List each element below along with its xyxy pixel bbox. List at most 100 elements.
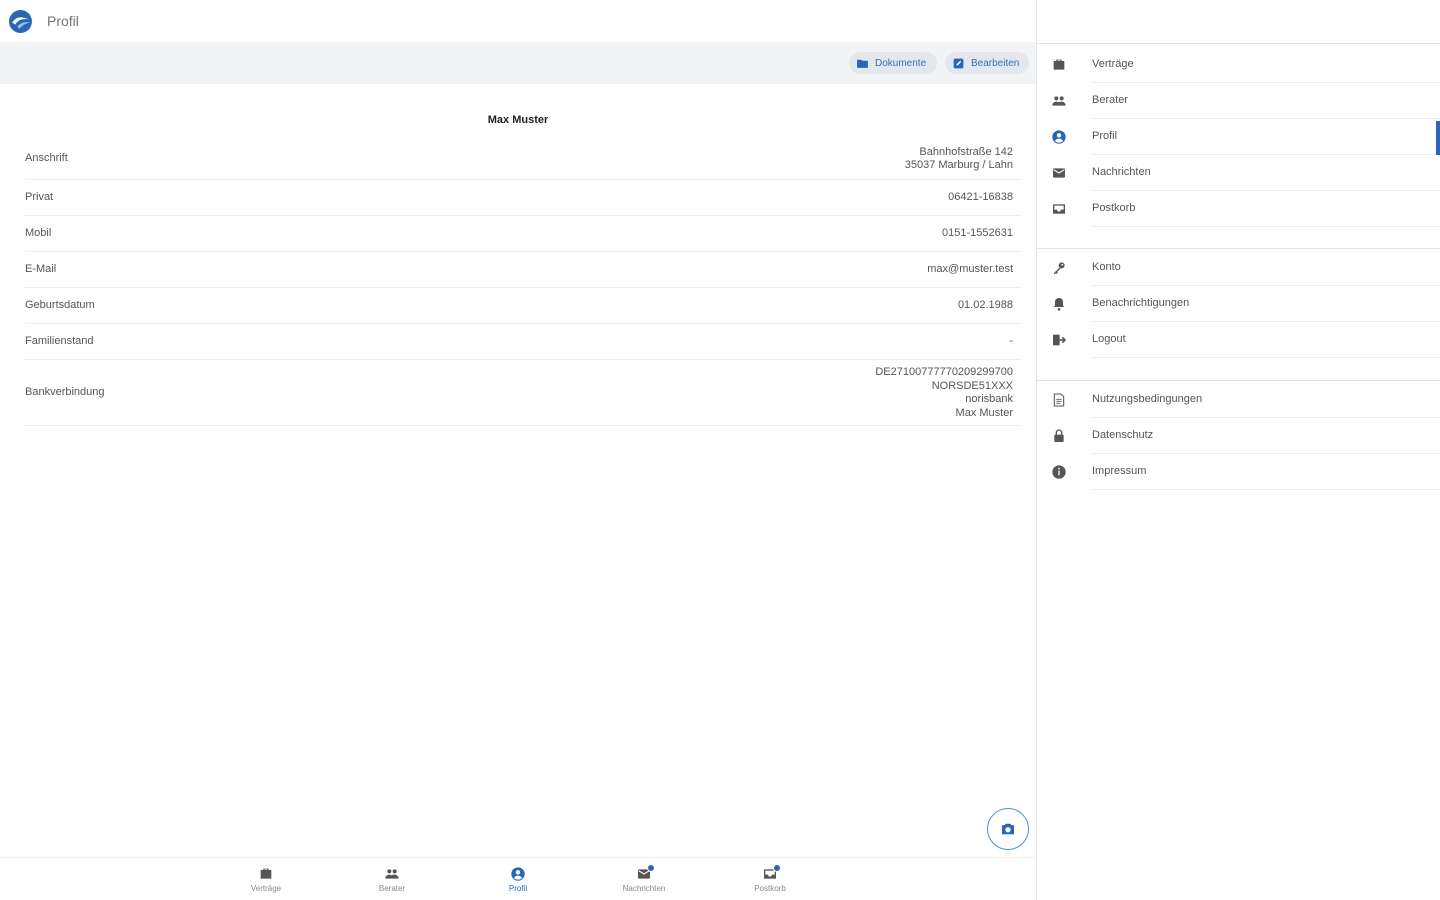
- people-icon: [1052, 96, 1066, 106]
- notification-badge: [773, 864, 781, 872]
- active-indicator: [1436, 121, 1440, 155]
- people-icon: [385, 869, 399, 879]
- info-icon: [1052, 465, 1066, 479]
- documents-button[interactable]: Dokumente: [849, 52, 937, 74]
- bottom-nav-label: Verträge: [250, 884, 282, 893]
- profile-field-label: Bankverbindung: [25, 386, 105, 398]
- profile-field-value-line: NORSDE51XXX: [931, 379, 1013, 392]
- drawer-menu-item[interactable]: Nachrichten: [1037, 155, 1440, 191]
- drawer-menu-label: Verträge: [1092, 58, 1134, 70]
- profile-field-value: 01.02.1988: [958, 299, 1013, 313]
- top-bar: Profil: [0, 0, 1036, 42]
- menu-item-separator: [1092, 489, 1440, 490]
- profile-field-value-line: 06421-16838: [948, 191, 1013, 204]
- drawer-menu-label: Logout: [1092, 333, 1126, 345]
- briefcase-icon: [1053, 59, 1065, 70]
- camera-button[interactable]: [987, 808, 1029, 850]
- briefcase-icon: [260, 868, 272, 879]
- profile-field-label: Privat: [25, 191, 54, 203]
- profile-field-label: Mobil: [25, 227, 52, 239]
- profile-field-row: Familienstand -: [25, 324, 1021, 360]
- profile-field-value-line: 01.02.1988: [957, 299, 1013, 312]
- drawer-menu-label: Konto: [1092, 261, 1121, 273]
- profile-field-value: 06421-16838: [948, 191, 1013, 205]
- drawer-menu-label: Nachrichten: [1092, 166, 1151, 178]
- menu-item-separator: [1092, 357, 1440, 358]
- drawer-menu-label: Nutzungsbedingungen: [1092, 393, 1203, 405]
- drawer-menu-item[interactable]: Konto: [1037, 250, 1440, 286]
- edit-button-label: Bearbeiten: [971, 57, 1020, 69]
- profile-field-row: E-Mail max@muster.test: [25, 252, 1021, 288]
- profile-field-label: Familienstand: [25, 335, 94, 347]
- bottom-nav-item[interactable]: Postkorb: [725, 864, 815, 893]
- profile-field-value: Bahnhofstraße 142 35037 Marburg / Lahn: [905, 146, 1013, 173]
- drawer-header: [1037, 0, 1440, 44]
- drawer-menu-item[interactable]: Logout: [1037, 322, 1440, 358]
- main-pane: Profil Dokumente Bearbeiten Max Muster A…: [0, 0, 1036, 900]
- drawer-menu-item[interactable]: Impressum: [1037, 454, 1440, 490]
- logout-icon: [1053, 334, 1067, 346]
- page-title: Profil: [47, 13, 79, 29]
- action-bar: Dokumente Bearbeiten: [0, 42, 1036, 84]
- profile-field-value-line: Max Muster: [955, 406, 1013, 419]
- drawer-menu-item[interactable]: Postkorb: [1037, 191, 1440, 227]
- drawer-menu-item[interactable]: Nutzungsbedingungen: [1037, 382, 1440, 418]
- drawer-menu-item[interactable]: Datenschutz: [1037, 418, 1440, 454]
- drawer-menu-item[interactable]: Benachrichtigungen: [1037, 286, 1440, 322]
- bottom-navigation: Verträge Berater Profil Nachrichten Postkorb: [0, 857, 1036, 900]
- app-logo-icon[interactable]: [8, 9, 33, 34]
- documents-button-label: Dokumente: [875, 57, 927, 69]
- profile-field-value-line: -: [1009, 335, 1013, 348]
- profile-field-value-line: norisbank: [965, 393, 1013, 405]
- bottom-nav-item[interactable]: Berater: [347, 866, 437, 893]
- bottom-nav-label: Berater: [378, 884, 406, 893]
- notification-badge: [647, 864, 655, 872]
- drawer-menu-item[interactable]: Profil: [1037, 119, 1440, 155]
- lock-icon: [1054, 429, 1064, 442]
- profile-field-row: Anschrift Bahnhofstraße 142 35037 Marburg …: [25, 138, 1021, 180]
- account-circle-icon: [511, 867, 525, 881]
- bottom-nav-label: Postkorb: [754, 884, 786, 893]
- account-circle-icon: [1052, 130, 1066, 144]
- edit-button[interactable]: Bearbeiten: [945, 52, 1029, 74]
- drawer-menu-item[interactable]: Verträge: [1037, 47, 1440, 83]
- drawer-menu-label: Berater: [1092, 94, 1129, 106]
- bottom-nav-item[interactable]: Verträge: [221, 866, 311, 893]
- profile-field-row: Mobil 0151-1552631: [25, 216, 1021, 252]
- camera-icon: [1002, 823, 1014, 835]
- profile-field-value-line: max@muster.test: [927, 263, 1013, 276]
- menu-divider: [1037, 248, 1440, 249]
- profile-field-value: -: [1009, 335, 1013, 349]
- profile-field-value-line: DE27100777770209299700: [875, 366, 1013, 378]
- profile-field-value-line: 0151-1552631: [942, 227, 1013, 240]
- profile-field-value: max@muster.test: [927, 263, 1013, 277]
- side-drawer: Verträge Berater Profil Nachrichten Postkorb…: [1036, 0, 1440, 900]
- profile-field-label: E-Mail: [25, 263, 57, 275]
- profile-field-row: Privat 06421-16838: [25, 180, 1021, 216]
- drawer-menu-label: Impressum: [1092, 465, 1147, 477]
- drawer-menu-label: Datenschutz: [1092, 429, 1154, 441]
- profile-field-value: 0151-1552631: [942, 227, 1013, 241]
- bottom-nav-item[interactable]: Nachrichten: [599, 864, 689, 893]
- drawer-menu-item[interactable]: Berater: [1037, 83, 1440, 119]
- menu-divider: [1037, 380, 1440, 381]
- folder-icon: [857, 59, 868, 68]
- drawer-menu-label: Benachrichtigungen: [1092, 297, 1190, 309]
- bottom-nav-item[interactable]: Profil: [473, 866, 563, 893]
- profile-field-row: Bankverbindung DE27100777770209299700 NORS…: [25, 360, 1021, 426]
- profile-field-value-line: Bahnhofstraße 142: [919, 145, 1013, 158]
- document-icon: [1053, 393, 1065, 407]
- profile-field-value: DE27100777770209299700 NORSDE51XXX norisba…: [875, 366, 1013, 420]
- inbox-icon: [1053, 204, 1065, 214]
- bottom-nav-label: Nachrichten: [622, 884, 666, 893]
- edit-icon: [953, 58, 964, 68]
- profile-field-label: Geburtsdatum: [25, 299, 95, 311]
- menu-item-separator: [1092, 226, 1440, 227]
- drawer-menu-label: Postkorb: [1092, 202, 1136, 214]
- profile-field-label: Anschrift: [25, 152, 68, 164]
- profile-field-value-line: 35037 Marburg / Lahn: [904, 159, 1013, 171]
- drawer-menu-label: Profil: [1092, 130, 1118, 142]
- mail-icon: [1053, 168, 1065, 178]
- key-icon: [1053, 262, 1065, 275]
- profile-name: Max Muster: [487, 114, 549, 126]
